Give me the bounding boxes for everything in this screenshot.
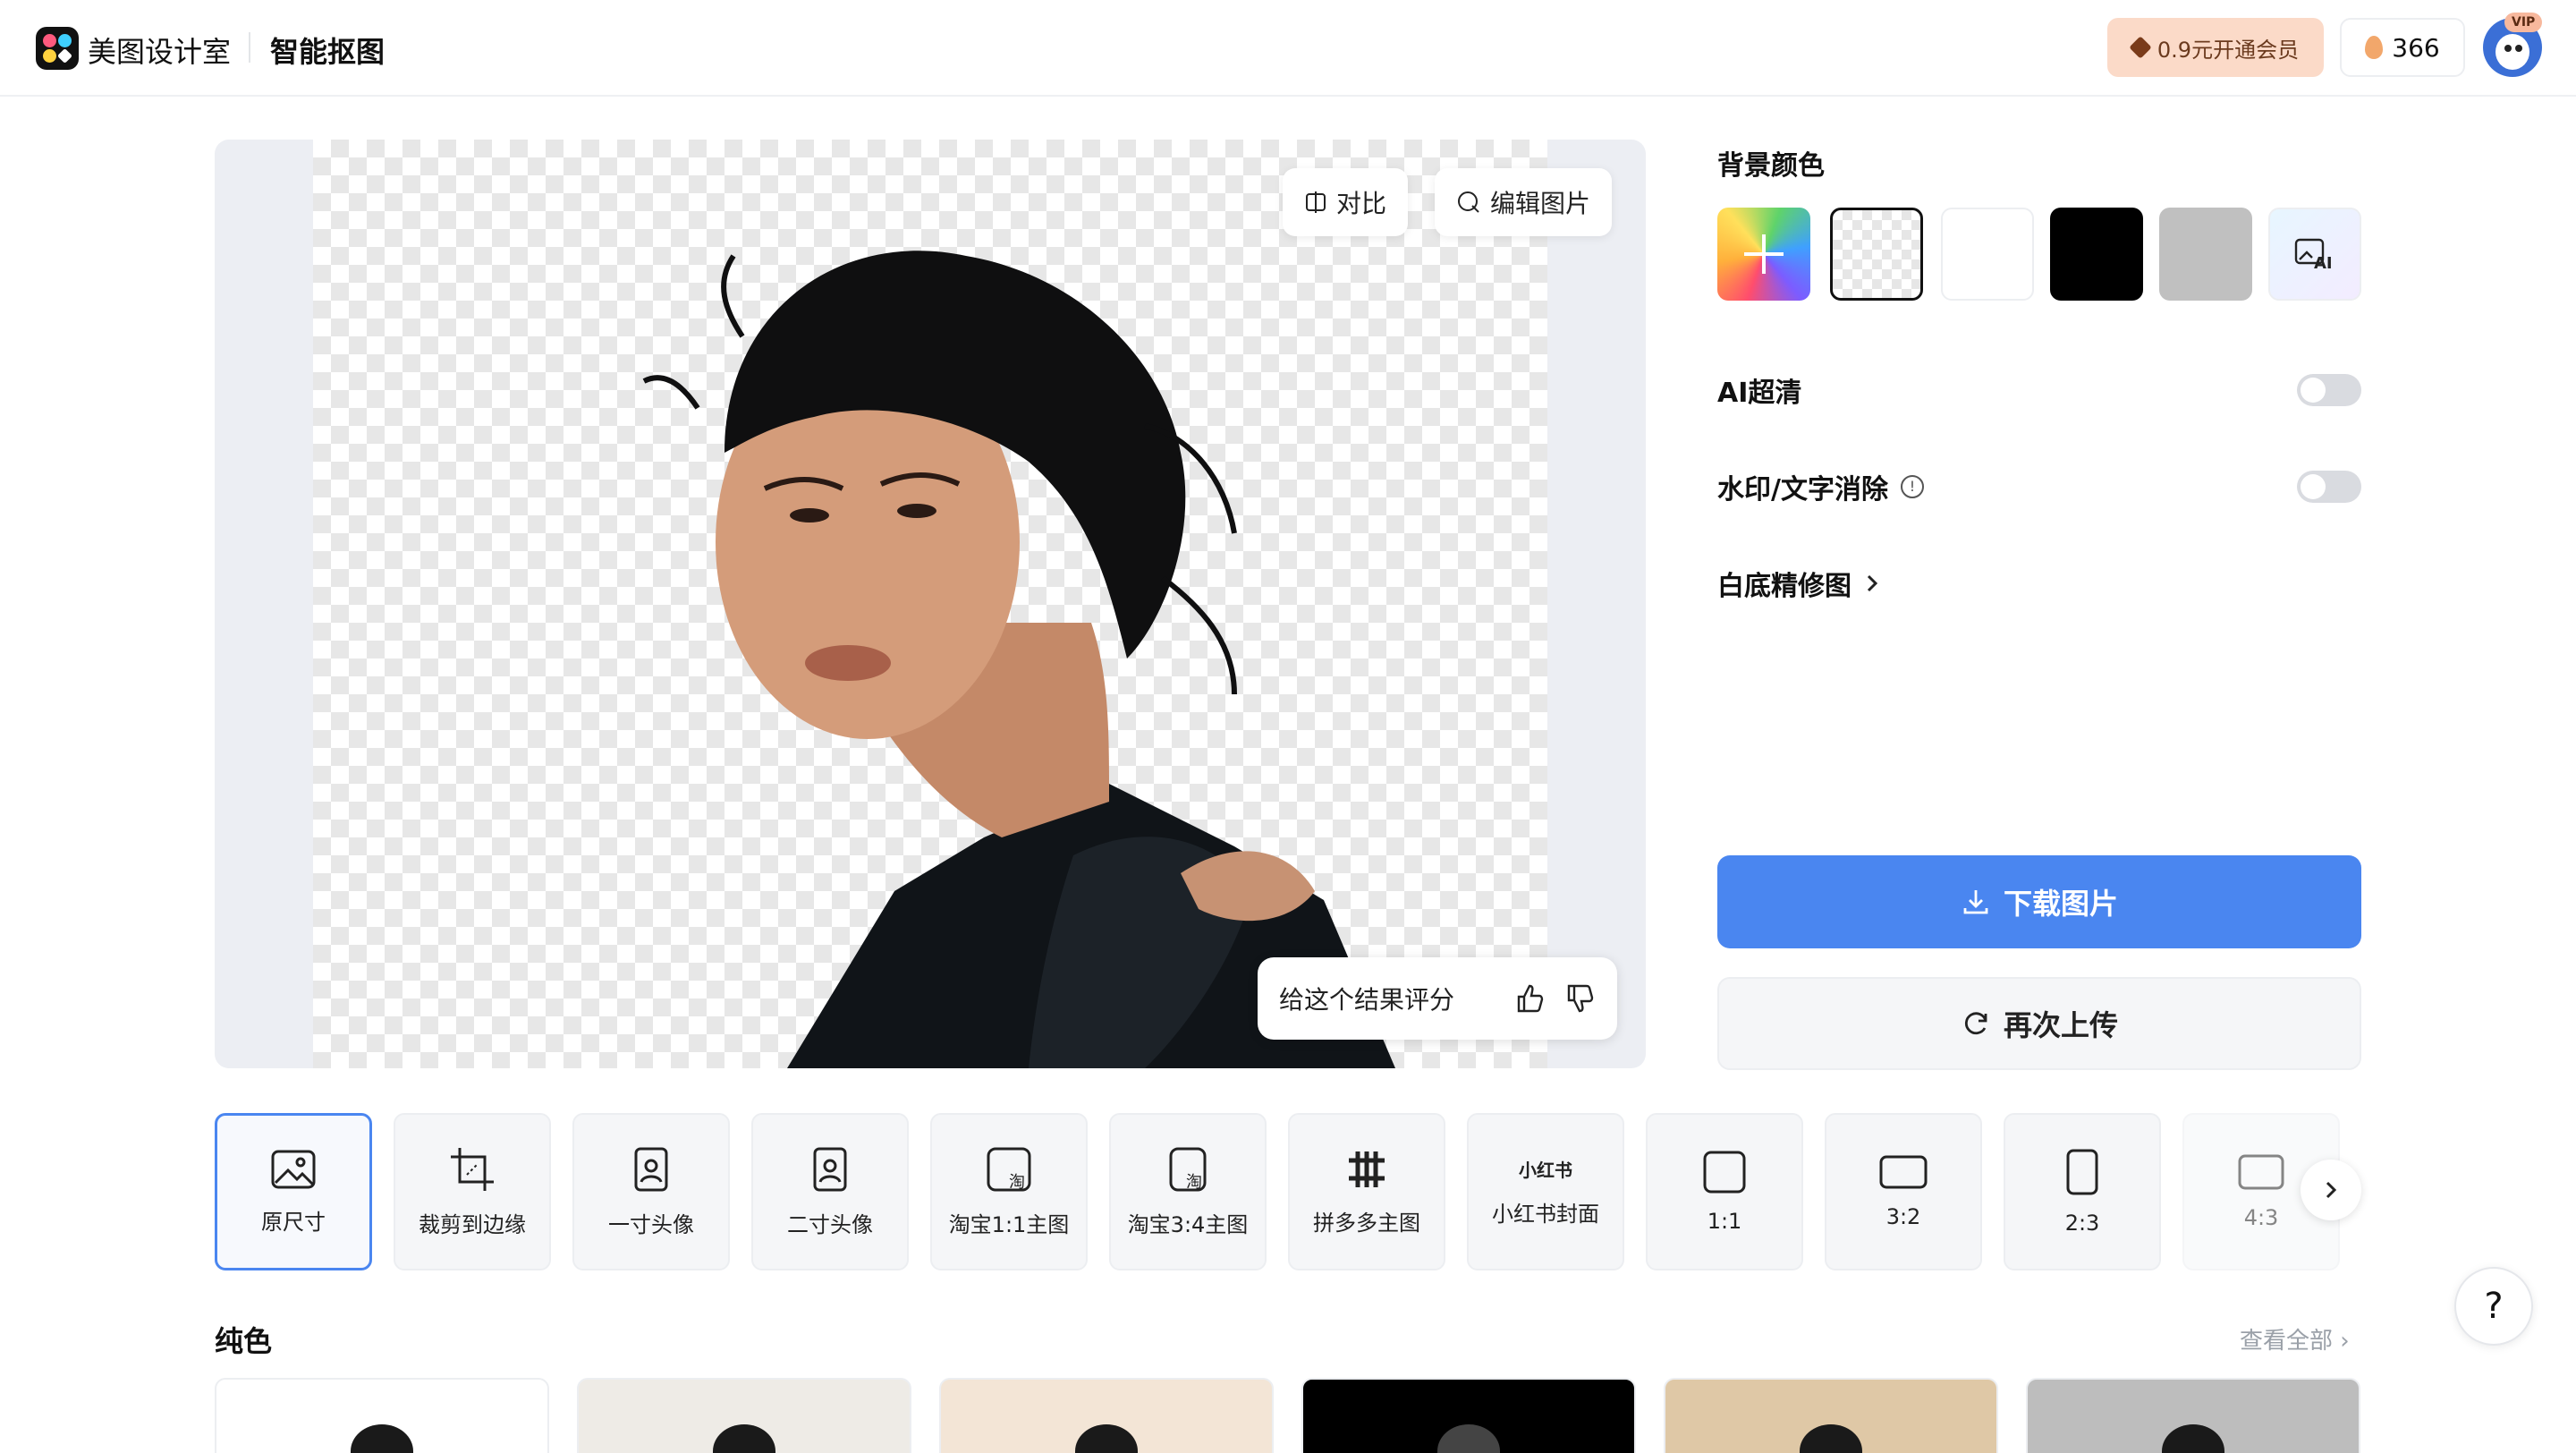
page-title: 智能抠图 xyxy=(270,35,386,69)
black-swatch[interactable] xyxy=(2050,208,2143,301)
watermark-toggle[interactable] xyxy=(2297,471,2361,503)
preset-pinduoduo[interactable]: 拼多多主图 xyxy=(1288,1113,1445,1270)
ai-hd-toggle[interactable] xyxy=(2297,374,2361,406)
download-label: 下载图片 xyxy=(2003,887,2118,921)
preset-1-inch-photo[interactable]: 一寸头像 xyxy=(572,1113,730,1270)
preset-ratio-2-3[interactable]: 2:3 xyxy=(2004,1113,2161,1270)
presets-next-button[interactable] xyxy=(2301,1160,2361,1220)
top-bar: 美图设计室 智能抠图 0.9元开通会员 366 VIP xyxy=(0,0,2576,97)
preset-label: 淘宝3:4主图 xyxy=(1127,1211,1249,1237)
preset-ratio-1-1[interactable]: 1:1 xyxy=(1646,1113,1803,1270)
preset-original-size[interactable]: 原尺寸 xyxy=(215,1113,372,1270)
preset-taobao-1-1[interactable]: 淘 淘宝1:1主图 xyxy=(930,1113,1088,1270)
transparent-swatch[interactable] xyxy=(1830,208,1923,301)
white-retouch-link[interactable]: 白底精修图 xyxy=(1717,564,1880,603)
credits-count: 366 xyxy=(2392,32,2440,63)
preset-label: 淘宝1:1主图 xyxy=(948,1211,1070,1237)
ai-hd-row: AI超清 xyxy=(1717,370,1801,410)
portrait-icon xyxy=(813,1147,847,1191)
taobao-portrait-icon: 淘 xyxy=(1169,1147,1207,1192)
vip-button-label: 0.9元开通会员 xyxy=(2157,37,2300,63)
svg-text:AI: AI xyxy=(2314,254,2333,272)
compare-label: 对比 xyxy=(1336,189,1387,218)
watermark-row: 水印/文字消除 ! xyxy=(1717,467,1924,506)
preset-label: 小红书封面 xyxy=(1492,1202,1599,1227)
diamond-icon xyxy=(2129,36,2152,59)
preset-taobao-3-4[interactable]: 淘 淘宝3:4主图 xyxy=(1109,1113,1267,1270)
template-thumbnail[interactable] xyxy=(939,1378,1274,1453)
reupload-label: 再次上传 xyxy=(2003,1008,2118,1042)
edit-image-label: 编辑图片 xyxy=(1490,189,1591,218)
preset-label: 二寸头像 xyxy=(787,1211,873,1237)
rating-bar: 给这个结果评分 xyxy=(1258,957,1617,1040)
svg-text:淘: 淘 xyxy=(1009,1173,1025,1192)
watermark-label: 水印/文字消除 xyxy=(1717,474,1888,506)
template-thumbnail[interactable] xyxy=(1664,1378,1998,1453)
template-thumbnail[interactable] xyxy=(2026,1378,2360,1453)
template-thumbnail[interactable] xyxy=(215,1378,549,1453)
portrait-icon xyxy=(634,1147,668,1191)
preset-xiaohongshu-cover[interactable]: 小红书 小红书封面 xyxy=(1467,1113,1624,1270)
taobao-square-icon: 淘 xyxy=(987,1147,1031,1192)
vip-membership-button[interactable]: 0.9元开通会员 xyxy=(2107,18,2324,77)
gray-swatch[interactable] xyxy=(2159,208,2252,301)
preset-label: 原尺寸 xyxy=(261,1209,326,1235)
bg-color-title: 背景颜色 xyxy=(1717,150,1825,182)
download-button[interactable]: 下载图片 xyxy=(1717,855,2361,948)
preset-label: 4:3 xyxy=(2243,1205,2279,1230)
bean-icon xyxy=(2365,36,2384,59)
ratio-square-icon xyxy=(1703,1151,1746,1194)
preset-label: 2:3 xyxy=(2064,1211,2100,1236)
template-thumbnail[interactable] xyxy=(577,1378,911,1453)
ai-background-swatch[interactable]: AI xyxy=(2268,208,2361,301)
image-canvas[interactable]: 对比 编辑图片 给这个结果评分 xyxy=(215,140,1646,1068)
preset-ratio-3-2[interactable]: 3:2 xyxy=(1825,1113,1982,1270)
see-all-link[interactable]: 查看全部 › xyxy=(2240,1322,2350,1355)
help-button[interactable]: ? xyxy=(2454,1267,2533,1346)
reupload-button[interactable]: 再次上传 xyxy=(1717,977,2361,1070)
white-swatch[interactable] xyxy=(1941,208,2034,301)
edit-image-button[interactable]: 编辑图片 xyxy=(1435,168,1613,236)
xiaohongshu-icon: 小红书 xyxy=(1519,1160,1572,1181)
ai-hd-label: AI超清 xyxy=(1717,378,1802,409)
preset-label: 3:2 xyxy=(1885,1204,1921,1229)
cutout-subject-image xyxy=(642,251,1395,1068)
edit-brush-icon xyxy=(1458,191,1479,213)
white-retouch-label: 白底精修图 xyxy=(1717,571,1852,602)
vip-badge: VIP xyxy=(2504,13,2543,32)
credits-button[interactable]: 366 xyxy=(2340,18,2465,77)
compare-button[interactable]: 对比 xyxy=(1283,168,1409,236)
crop-icon xyxy=(451,1147,494,1191)
app-logo[interactable] xyxy=(36,27,79,70)
ratio-portrait-icon xyxy=(2066,1149,2098,1195)
rating-prompt: 给这个结果评分 xyxy=(1279,985,1455,1015)
preset-label: 一寸头像 xyxy=(608,1211,694,1237)
preset-crop-to-edge[interactable]: 裁剪到边缘 xyxy=(394,1113,551,1270)
custom-color-swatch[interactable] xyxy=(1717,208,1810,301)
brand-name[interactable]: 美图设计室 xyxy=(88,30,231,71)
chevron-right-icon xyxy=(1867,574,1878,592)
preset-2-inch-photo[interactable]: 二寸头像 xyxy=(751,1113,909,1270)
compare-icon xyxy=(1306,191,1326,213)
image-icon xyxy=(271,1150,316,1188)
chevron-right-icon xyxy=(2326,1181,2337,1199)
thumbs-up-icon[interactable] xyxy=(1513,982,1546,1015)
ratio-landscape-icon xyxy=(1879,1155,1928,1189)
ratio-landscape-icon xyxy=(2238,1154,2284,1190)
thumbs-down-icon[interactable] xyxy=(1563,982,1596,1015)
info-icon[interactable]: ! xyxy=(1900,475,1924,498)
pinduoduo-icon xyxy=(1349,1151,1385,1187)
template-thumbnail[interactable] xyxy=(1301,1378,1636,1453)
preset-label: 1:1 xyxy=(1707,1209,1742,1234)
preset-label: 裁剪到边缘 xyxy=(419,1211,526,1237)
solid-color-section-title: 纯色 xyxy=(215,1324,273,1358)
preset-label: 拼多多主图 xyxy=(1313,1210,1420,1236)
svg-text:淘: 淘 xyxy=(1186,1173,1202,1192)
download-icon xyxy=(1963,890,1988,914)
refresh-icon xyxy=(1964,1012,1987,1035)
header-divider xyxy=(249,32,250,63)
see-all-label: 查看全部 xyxy=(2240,1328,2334,1355)
ai-image-icon: AI xyxy=(2294,238,2333,272)
